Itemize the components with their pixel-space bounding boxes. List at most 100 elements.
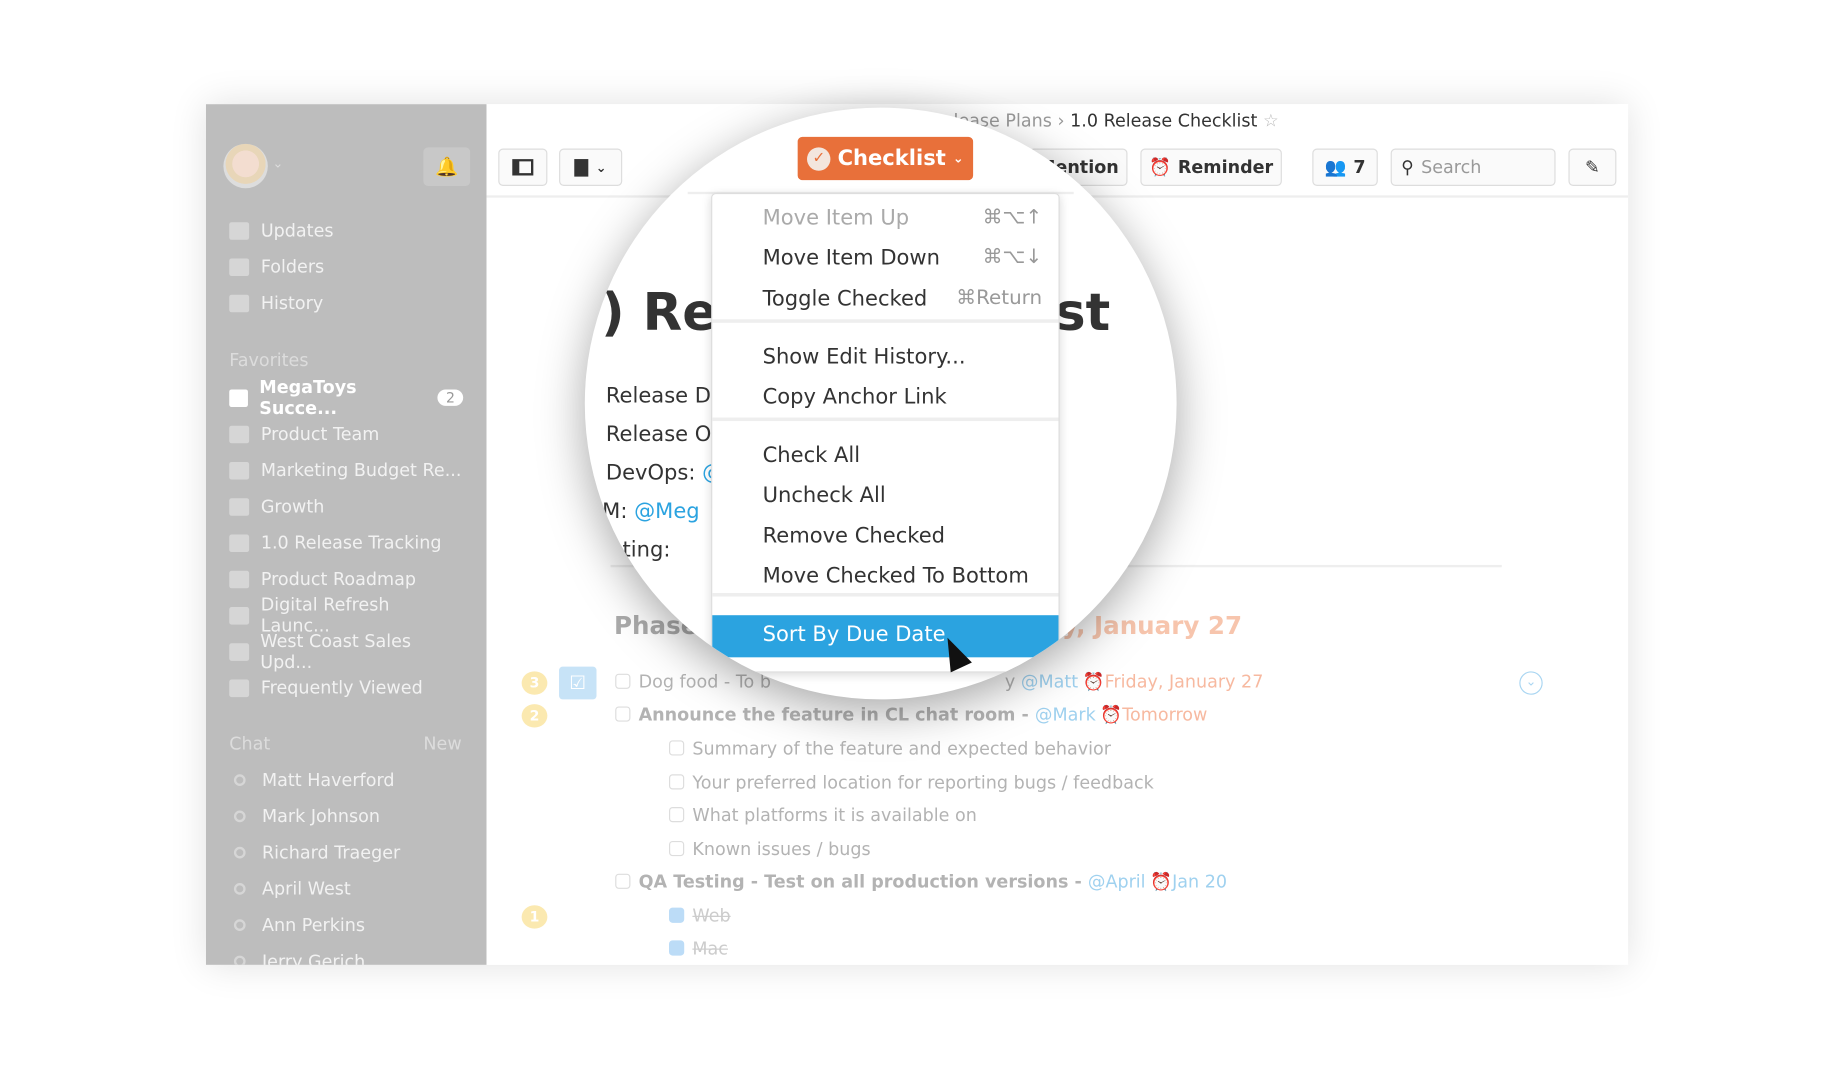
meta-field: PM: @Meg [589, 499, 699, 524]
checklist-item[interactable]: Announce the feature in CL chat room - @… [639, 704, 1208, 725]
search-input[interactable]: ⚲ Search [1390, 148, 1556, 186]
sidebar-item-label: 1.0 Release Tracking [260, 532, 442, 554]
status-dot-icon [233, 955, 246, 965]
sidebar-favorite-item[interactable]: Digital Refresh Launc... [229, 594, 463, 636]
sidebar-favorite-item[interactable]: Growth [229, 492, 463, 520]
chat-item[interactable]: Matt Haverford [229, 766, 395, 794]
checklist-item[interactable]: QA Testing - Test on all production vers… [639, 871, 1227, 892]
avatar[interactable] [223, 143, 268, 189]
checklist-item[interactable]: What platforms it is available on [692, 805, 976, 826]
alarm-icon: ⏰ [1100, 704, 1123, 726]
mention-link[interactable]: @Mark [1035, 704, 1096, 725]
item-text: Known issues / bugs [692, 838, 871, 860]
mention-link[interactable]: @April [1088, 871, 1146, 892]
chat-item[interactable]: April West [229, 875, 351, 903]
status-dot-icon [233, 883, 246, 895]
item-checkbox[interactable] [615, 673, 631, 689]
item-text: Mac [692, 938, 728, 960]
menu-item-move-item-up[interactable]: Move Item Up [763, 206, 910, 231]
meta-field: Release Da [606, 384, 724, 409]
checklist-item[interactable]: Mac [692, 938, 728, 959]
compose-icon: ✎ [1585, 156, 1600, 178]
document-icon [229, 642, 249, 661]
item-text: Your preferred location for reporting bu… [692, 771, 1154, 793]
people-icon: 👥 [1324, 156, 1347, 178]
chat-item[interactable]: Ann Perkins [229, 911, 365, 939]
meta-field: DevOps: @ [606, 461, 723, 486]
document-icon [229, 533, 250, 552]
sidebar-item-updates[interactable]: Updates [229, 216, 334, 244]
star-icon[interactable]: ☆ [1263, 110, 1279, 131]
meta-field: rketing: [589, 538, 670, 563]
menu-item-show-edit-history[interactable]: Show Edit History... [763, 345, 966, 370]
due-date: Tomorrow [1122, 704, 1208, 726]
menu-item-uncheck-all[interactable]: Uncheck All [763, 483, 886, 508]
chat-item[interactable]: Richard Traeger [229, 839, 400, 867]
item-checkbox[interactable] [615, 706, 631, 722]
meta-label: PM: [589, 499, 635, 524]
magnifier-lens: ) Rel st Release DaRelease OwDevOps: @PM… [584, 107, 1177, 700]
bell-icon[interactable]: 🔔 [423, 147, 471, 186]
sidebar-item-folders[interactable]: Folders [229, 253, 324, 281]
document-menu-button[interactable]: ⌄ [559, 148, 623, 186]
alarm-clock-icon: ⏰ [1149, 156, 1171, 178]
checklist-button[interactable]: ✓ Checklist ⌄ [797, 136, 974, 181]
meta-label: DevOps: [605, 460, 703, 486]
due-date: Jan 20 [1172, 871, 1228, 893]
checklist-item[interactable]: Web [692, 905, 730, 926]
menu-shortcut: ⌘⌥↑ [982, 205, 1043, 230]
expand-chevron-icon[interactable]: ⌄ [1519, 671, 1543, 695]
status-dot-icon [233, 919, 246, 932]
item-checkbox[interactable] [669, 840, 685, 857]
comment-count-badge[interactable]: 2 [521, 704, 548, 728]
sidebar-favorite-item[interactable]: 1.0 Release Tracking [229, 529, 463, 557]
reminder-button[interactable]: ⏰ Reminder [1140, 148, 1282, 186]
comment-count-badge[interactable]: 3 [521, 671, 548, 695]
chevron-down-icon: ⌄ [952, 150, 964, 167]
search-icon: ⚲ [1401, 156, 1415, 178]
menu-item-check-all[interactable]: Check All [763, 443, 861, 468]
mention-link[interactable]: @Meg [634, 499, 700, 524]
menu-item-remove-checked[interactable]: Remove Checked [763, 524, 945, 549]
chat-item[interactable]: Jerry Gerich [229, 947, 365, 965]
menu-item-sort-by-due-date[interactable]: Sort By Due Date [763, 622, 946, 647]
sidebar-favorite-item[interactable]: West Coast Sales Upd... [229, 630, 463, 673]
sidebar-favorite-item[interactable]: Product Team [229, 420, 463, 448]
chevron-down-icon: ⌄ [595, 159, 607, 175]
item-checkbox[interactable] [669, 807, 685, 823]
checklist-item[interactable]: Summary of the feature and expected beha… [692, 738, 1111, 759]
sidebar-favorite-item[interactable]: Product Roadmap [229, 565, 463, 593]
sidebar-favorite-item[interactable]: Marketing Budget Re... [229, 456, 463, 484]
item-checkbox[interactable] [669, 774, 685, 790]
compose-button[interactable]: ✎ [1568, 148, 1617, 186]
item-checkbox[interactable] [669, 940, 685, 956]
menu-item-move-item-down[interactable]: Move Item Down [763, 246, 940, 271]
members-button[interactable]: 👥 7 [1312, 148, 1378, 186]
sidebar-item-history[interactable]: History [229, 289, 323, 317]
sidebar: ⌄ 🔔 Updates Folders History Favorites Mega… [205, 104, 487, 965]
menu-item-toggle-checked[interactable]: Toggle Checked [763, 287, 928, 312]
status-dot-icon [233, 774, 246, 786]
menu-item-copy-anchor-link[interactable]: Copy Anchor Link [763, 385, 947, 410]
document-icon [229, 570, 250, 588]
sidebar-favorite-item[interactable]: MegaToys Succe... 2 [229, 377, 464, 419]
checklist-item[interactable]: Known issues / bugs [692, 839, 870, 860]
document-title-right: st [1054, 283, 1111, 343]
menu-item-move-checked-to-bottom[interactable]: Move Checked To Bottom [763, 564, 1029, 589]
checklist-block-icon[interactable]: ☑ [559, 666, 597, 700]
new-chat-button[interactable]: New [423, 733, 461, 754]
sidebar-favorite-item[interactable]: Frequently Viewed [229, 674, 463, 702]
sidebar-item-label: Product Roadmap [260, 568, 417, 590]
sidebar-toggle-button[interactable] [498, 148, 548, 186]
chat-item[interactable]: Mark Johnson [229, 802, 380, 830]
item-checkbox[interactable] [669, 740, 685, 756]
sidebar-item-label: Updates [260, 219, 334, 241]
mention-link[interactable]: @Matt [1021, 671, 1078, 692]
comment-count-badge[interactable]: 1 [521, 905, 548, 929]
checklist-item[interactable]: Your preferred location for reporting bu… [692, 772, 1153, 793]
chevron-down-icon[interactable]: ⌄ [273, 156, 284, 171]
item-checkbox[interactable] [669, 907, 685, 923]
phase-date: y, January 27 [1061, 611, 1243, 640]
favorites-heading: Favorites [229, 349, 309, 371]
item-checkbox[interactable] [615, 873, 631, 889]
